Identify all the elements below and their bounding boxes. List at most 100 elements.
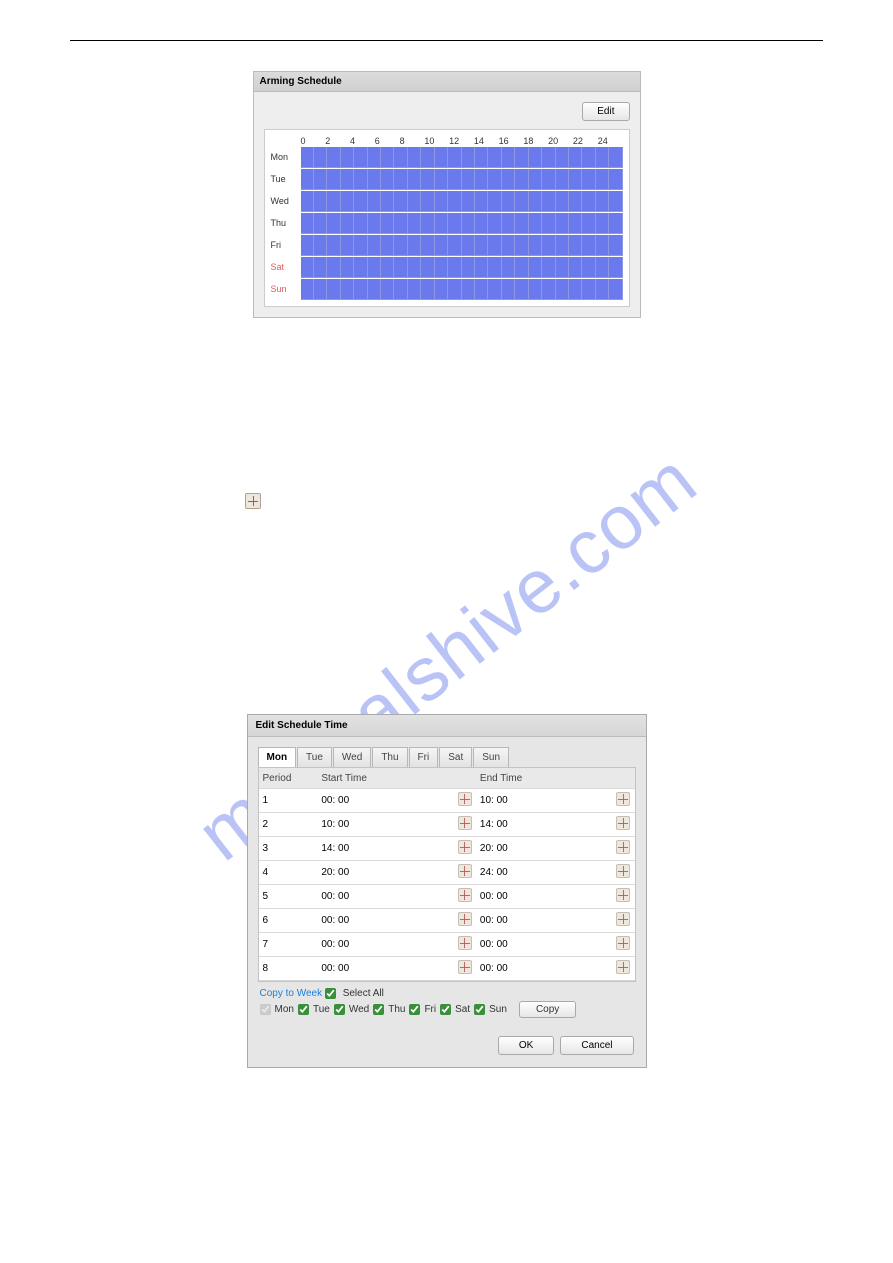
tab-fri[interactable]: Fri — [409, 747, 439, 767]
clock-icon[interactable] — [458, 936, 472, 950]
copy-day-label: Wed — [349, 1004, 369, 1015]
copy-day-label: Tue — [313, 1004, 330, 1015]
col-end: End Time — [476, 768, 613, 789]
hour-tick: 14 — [474, 136, 499, 146]
period-cell: 2 — [259, 813, 318, 837]
tab-sun[interactable]: Sun — [473, 747, 509, 767]
day-label: Tue — [271, 174, 301, 184]
start-time-cell[interactable]: 10: 00 — [317, 813, 454, 837]
day-bar[interactable] — [301, 279, 623, 300]
select-all-label: Select All — [343, 988, 384, 999]
edit-schedule-panel: Edit Schedule Time MonTueWedThuFriSatSun… — [247, 714, 647, 1068]
tab-sat[interactable]: Sat — [439, 747, 472, 767]
hour-tick: 18 — [523, 136, 548, 146]
period-cell: 7 — [259, 933, 318, 957]
day-bar[interactable] — [301, 169, 623, 190]
end-time-cell[interactable]: 20: 00 — [476, 837, 613, 861]
clock-icon[interactable] — [616, 864, 630, 878]
day-bar[interactable] — [301, 147, 623, 168]
start-time-cell[interactable]: 00: 00 — [317, 933, 454, 957]
select-all-checkbox[interactable] — [325, 988, 336, 999]
copy-day-checkbox-mon — [260, 1004, 271, 1015]
period-cell: 1 — [259, 789, 318, 813]
hour-tick: 22 — [573, 136, 598, 146]
clock-icon — [245, 493, 261, 509]
clock-icon[interactable] — [458, 816, 472, 830]
end-time-cell[interactable]: 14: 00 — [476, 813, 613, 837]
tab-thu[interactable]: Thu — [372, 747, 407, 767]
clock-icon[interactable] — [458, 960, 472, 974]
schedule-day-row[interactable]: Fri — [271, 234, 623, 256]
copy-day-label: Sun — [489, 1004, 507, 1015]
arming-schedule-title: Arming Schedule — [254, 72, 640, 92]
copy-day-checkbox-fri[interactable] — [409, 1004, 420, 1015]
end-time-cell[interactable]: 00: 00 — [476, 885, 613, 909]
clock-icon[interactable] — [458, 864, 472, 878]
day-label: Sun — [271, 284, 301, 294]
tab-wed[interactable]: Wed — [333, 747, 371, 767]
period-cell: 3 — [259, 837, 318, 861]
ok-button[interactable]: OK — [498, 1036, 554, 1055]
clock-icon[interactable] — [458, 792, 472, 806]
hour-tick: 24 — [598, 136, 623, 146]
day-label: Fri — [271, 240, 301, 250]
tab-tue[interactable]: Tue — [297, 747, 332, 767]
schedule-day-row[interactable]: Sat — [271, 256, 623, 278]
schedule-chart: 024681012141618202224 MonTueWedThuFriSat… — [264, 129, 630, 307]
schedule-day-row[interactable]: Wed — [271, 190, 623, 212]
clock-icon[interactable] — [616, 792, 630, 806]
hour-tick: 12 — [449, 136, 474, 146]
start-time-cell[interactable]: 00: 00 — [317, 909, 454, 933]
copy-button[interactable]: Copy — [519, 1001, 576, 1018]
schedule-day-row[interactable]: Sun — [271, 278, 623, 300]
clock-icon[interactable] — [616, 840, 630, 854]
clock-icon[interactable] — [458, 888, 472, 902]
copy-day-label: Sat — [455, 1004, 470, 1015]
period-cell: 6 — [259, 909, 318, 933]
start-time-cell[interactable]: 00: 00 — [317, 885, 454, 909]
copy-day-checkbox-sun[interactable] — [474, 1004, 485, 1015]
day-bar[interactable] — [301, 257, 623, 278]
start-time-cell[interactable]: 14: 00 — [317, 837, 454, 861]
schedule-day-row[interactable]: Mon — [271, 146, 623, 168]
tab-mon[interactable]: Mon — [258, 747, 297, 767]
copy-day-checkbox-sat[interactable] — [440, 1004, 451, 1015]
cancel-button[interactable]: Cancel — [560, 1036, 633, 1055]
copy-day-checkbox-thu[interactable] — [373, 1004, 384, 1015]
edit-button[interactable]: Edit — [582, 102, 629, 121]
schedule-day-row[interactable]: Tue — [271, 168, 623, 190]
clock-icon[interactable] — [616, 936, 630, 950]
clock-icon[interactable] — [616, 816, 630, 830]
arming-schedule-panel: Arming Schedule Edit 0246810121416182022… — [253, 71, 641, 318]
end-time-cell[interactable]: 00: 00 — [476, 909, 613, 933]
copy-day-label: Thu — [388, 1004, 405, 1015]
end-time-cell[interactable]: 00: 00 — [476, 957, 613, 981]
period-cell: 5 — [259, 885, 318, 909]
copy-day-checkbox-wed[interactable] — [334, 1004, 345, 1015]
period-cell: 8 — [259, 957, 318, 981]
table-row: 100: 00 10: 00 — [259, 789, 635, 813]
clock-icon[interactable] — [616, 960, 630, 974]
day-label: Thu — [271, 218, 301, 228]
start-time-cell[interactable]: 20: 00 — [317, 861, 454, 885]
day-label: Mon — [271, 152, 301, 162]
start-time-cell[interactable]: 00: 00 — [317, 957, 454, 981]
clock-icon[interactable] — [616, 888, 630, 902]
page-divider — [70, 40, 823, 41]
clock-icon[interactable] — [458, 912, 472, 926]
day-bar[interactable] — [301, 213, 623, 234]
end-time-cell[interactable]: 00: 00 — [476, 933, 613, 957]
hour-tick: 8 — [400, 136, 425, 146]
copy-day-checkbox-tue[interactable] — [298, 1004, 309, 1015]
copy-day-label: Mon — [275, 1004, 294, 1015]
end-time-cell[interactable]: 24: 00 — [476, 861, 613, 885]
start-time-cell[interactable]: 00: 00 — [317, 789, 454, 813]
day-bar[interactable] — [301, 191, 623, 212]
clock-icon[interactable] — [458, 840, 472, 854]
hour-tick: 20 — [548, 136, 573, 146]
schedule-day-row[interactable]: Thu — [271, 212, 623, 234]
day-bar[interactable] — [301, 235, 623, 256]
end-time-cell[interactable]: 10: 00 — [476, 789, 613, 813]
period-cell: 4 — [259, 861, 318, 885]
clock-icon[interactable] — [616, 912, 630, 926]
